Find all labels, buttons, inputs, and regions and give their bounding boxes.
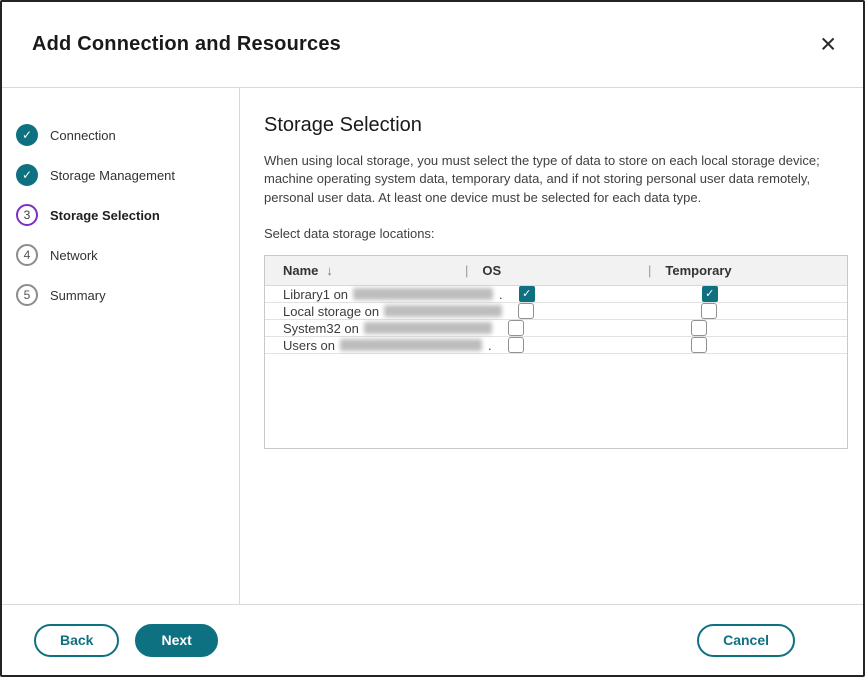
os-checkbox[interactable] — [508, 337, 524, 353]
temporary-cell — [685, 303, 847, 319]
sidebar-item-summary[interactable]: 5 Summary — [16, 284, 229, 306]
column-separator: | — [465, 263, 468, 278]
storage-name: Users on — [283, 338, 335, 353]
step-number-badge: 3 — [16, 204, 38, 226]
step-number-badge: 5 — [16, 284, 38, 306]
dialog-footer: Back Next Cancel — [2, 604, 863, 675]
back-button[interactable]: Back — [34, 624, 119, 657]
temporary-checkbox[interactable]: ✓ — [702, 286, 718, 302]
table-header: Name ↓ | OS | Temporary — [265, 256, 847, 286]
table-row: Library1 on. ✓ ✓ — [265, 286, 847, 303]
column-header-temporary: | Temporary — [648, 263, 847, 278]
sidebar-item-label: Network — [50, 248, 98, 263]
os-checkbox[interactable]: ✓ — [519, 286, 535, 302]
os-cell — [492, 320, 675, 336]
storage-name-cell: Users on. — [265, 338, 492, 353]
sidebar-item-storage-management[interactable]: ✓ Storage Management — [16, 164, 229, 186]
storage-name: Local storage on — [283, 304, 379, 319]
sidebar-item-storage-selection[interactable]: 3 Storage Selection — [16, 204, 229, 226]
sidebar-item-label: Summary — [50, 288, 106, 303]
page-description: When using local storage, you must selec… — [264, 152, 848, 207]
redacted-text — [364, 322, 492, 334]
main-content: Storage Selection When using local stora… — [240, 88, 865, 604]
select-locations-label: Select data storage locations: — [264, 226, 848, 241]
column-header-name[interactable]: Name ↓ — [265, 263, 465, 278]
table-row: Local storage on — [265, 303, 847, 320]
sort-descending-icon: ↓ — [326, 263, 333, 278]
page-title: Storage Selection — [264, 114, 848, 137]
temporary-checkbox[interactable] — [691, 320, 707, 336]
table-row: Users on. — [265, 337, 847, 354]
table-row: System32 on — [265, 320, 847, 337]
os-cell — [492, 337, 675, 353]
os-checkbox[interactable] — [508, 320, 524, 336]
temporary-cell: ✓ — [686, 286, 847, 302]
table-body: Library1 on. ✓ ✓ Local storage on System32 o… — [265, 286, 847, 354]
temporary-cell — [675, 337, 847, 353]
column-separator: | — [648, 263, 651, 278]
column-header-os: | OS — [465, 263, 648, 278]
sidebar-item-network[interactable]: 4 Network — [16, 244, 229, 266]
redacted-text — [340, 339, 482, 351]
storage-name: System32 on — [283, 321, 359, 336]
step-check-icon: ✓ — [16, 164, 38, 186]
sidebar-item-label: Connection — [50, 128, 116, 143]
step-check-icon: ✓ — [16, 124, 38, 146]
storage-table: Name ↓ | OS | Temporary Library1 on. ✓ ✓ Local s… — [264, 255, 848, 449]
storage-name-cell: Library1 on. — [265, 287, 503, 302]
column-label: OS — [482, 263, 501, 278]
redacted-text — [384, 305, 502, 317]
wizard-steps: ✓ Connection ✓ Storage Management 3 Storage S… — [2, 88, 240, 604]
temporary-cell — [675, 320, 847, 336]
column-label: Temporary — [665, 263, 731, 278]
redacted-text — [353, 288, 493, 300]
temporary-checkbox[interactable] — [701, 303, 717, 319]
check-icon: ✓ — [522, 289, 531, 300]
dialog-title: Add Connection and Resources — [32, 33, 341, 56]
cancel-button[interactable]: Cancel — [697, 624, 795, 657]
os-checkbox[interactable] — [518, 303, 534, 319]
os-cell: ✓ — [503, 286, 686, 302]
sidebar-item-label: Storage Management — [50, 168, 175, 183]
check-icon: ✓ — [705, 289, 714, 300]
next-button[interactable]: Next — [135, 624, 217, 657]
storage-name-cell: System32 on — [265, 321, 492, 336]
dialog-body: ✓ Connection ✓ Storage Management 3 Storage S… — [2, 88, 863, 604]
sidebar-item-label: Storage Selection — [50, 208, 160, 223]
storage-name-cell: Local storage on — [265, 304, 502, 319]
temporary-checkbox[interactable] — [691, 337, 707, 353]
add-connection-resources-dialog: Add Connection and Resources ✕ ✓ Connecti… — [0, 0, 865, 677]
dialog-header: Add Connection and Resources ✕ — [2, 2, 863, 88]
step-number-badge: 4 — [16, 244, 38, 266]
column-label: Name — [283, 263, 318, 278]
close-icon[interactable]: ✕ — [819, 34, 837, 55]
storage-name: Library1 on — [283, 287, 348, 302]
os-cell — [502, 303, 685, 319]
sidebar-item-connection[interactable]: ✓ Connection — [16, 124, 229, 146]
